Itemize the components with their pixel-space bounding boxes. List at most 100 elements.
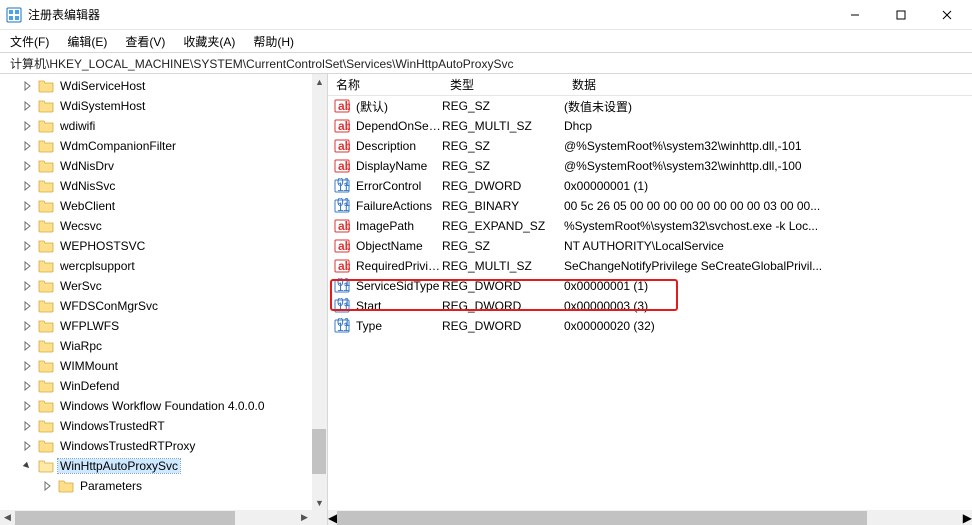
close-button[interactable] — [924, 0, 970, 30]
tree-horizontal-scrollbar[interactable]: ◀ ▶ — [0, 510, 312, 525]
expander-icon[interactable] — [20, 419, 34, 433]
string-value-icon: ab — [334, 138, 350, 154]
expander-icon[interactable] — [20, 99, 34, 113]
expander-icon[interactable] — [20, 379, 34, 393]
expander-icon[interactable] — [20, 279, 34, 293]
tree-item[interactable]: WindowsTrustedRTProxy — [0, 436, 312, 456]
folder-icon — [38, 298, 54, 314]
menu-help[interactable]: 帮助(H) — [253, 33, 294, 50]
string-value-icon: ab — [334, 238, 350, 254]
folder-icon — [38, 258, 54, 274]
tree-label: WindowsTrustedRT — [58, 419, 167, 433]
tree-item[interactable]: WiaRpc — [0, 336, 312, 356]
expander-icon[interactable] — [40, 479, 54, 493]
tree-item[interactable]: WerSvc — [0, 276, 312, 296]
maximize-button[interactable] — [878, 0, 924, 30]
tree-item[interactable]: WEPHOSTSVC — [0, 236, 312, 256]
tree-item[interactable]: Parameters — [0, 476, 312, 496]
scroll-left-icon[interactable]: ◀ — [0, 510, 15, 525]
svg-text:ab: ab — [338, 119, 350, 133]
expander-icon[interactable] — [20, 239, 34, 253]
list-row[interactable]: abObjectNameREG_SZNT AUTHORITY\LocalServ… — [328, 236, 972, 256]
list-row[interactable]: abRequiredPrivile...REG_MULTI_SZSeChange… — [328, 256, 972, 276]
list-row[interactable]: ab(默认)REG_SZ(数值未设置) — [328, 96, 972, 116]
expander-icon[interactable] — [20, 459, 34, 473]
expander-icon[interactable] — [20, 139, 34, 153]
tree-item[interactable]: WdNisDrv — [0, 156, 312, 176]
tree-item[interactable]: wercplsupport — [0, 256, 312, 276]
scroll-right-icon[interactable]: ▶ — [297, 510, 312, 525]
svg-text:110: 110 — [337, 180, 350, 194]
list-row[interactable]: 011110FailureActionsREG_BINARY00 5c 26 0… — [328, 196, 972, 216]
tree-label: WdNisDrv — [58, 159, 116, 173]
folder-icon — [38, 238, 54, 254]
tree-item[interactable]: WindowsTrustedRT — [0, 416, 312, 436]
registry-value-list[interactable]: ab(默认)REG_SZ(数值未设置)abDependOnSer...REG_M… — [328, 96, 972, 510]
list-row[interactable]: 011110StartREG_DWORD0x00000003 (3) — [328, 296, 972, 316]
tree-item[interactable]: Wecsvc — [0, 216, 312, 236]
value-name: Start — [356, 299, 442, 313]
tree-item[interactable]: WinHttpAutoProxySvc — [0, 456, 312, 476]
expander-icon[interactable] — [20, 179, 34, 193]
tree-item[interactable]: wdiwifi — [0, 116, 312, 136]
tree-label: WdNisSvc — [58, 179, 117, 193]
value-name: DependOnSer... — [356, 119, 442, 133]
list-row[interactable]: abDescriptionREG_SZ@%SystemRoot%\system3… — [328, 136, 972, 156]
tree-item[interactable]: WdmCompanionFilter — [0, 136, 312, 156]
scroll-left-icon[interactable]: ◀ — [328, 511, 337, 525]
column-header-type[interactable]: 类型 — [442, 76, 564, 93]
svg-text:110: 110 — [337, 200, 350, 214]
expander-icon[interactable] — [20, 339, 34, 353]
tree-item[interactable]: WIMMount — [0, 356, 312, 376]
menu-favorites[interactable]: 收藏夹(A) — [183, 33, 235, 50]
folder-icon — [38, 198, 54, 214]
column-header-data[interactable]: 数据 — [564, 76, 972, 93]
expander-icon[interactable] — [20, 299, 34, 313]
expander-icon[interactable] — [20, 399, 34, 413]
expander-icon[interactable] — [20, 219, 34, 233]
list-row[interactable]: abDependOnSer...REG_MULTI_SZDhcp — [328, 116, 972, 136]
menu-file[interactable]: 文件(F) — [10, 33, 49, 50]
expander-icon[interactable] — [20, 119, 34, 133]
tree-item[interactable]: WFDSConMgrSvc — [0, 296, 312, 316]
tree-item[interactable]: WebClient — [0, 196, 312, 216]
scroll-down-icon[interactable]: ▼ — [312, 495, 327, 510]
tree-item[interactable]: WdiServiceHost — [0, 76, 312, 96]
minimize-button[interactable] — [832, 0, 878, 30]
binary-value-icon: 011110 — [334, 298, 350, 314]
scroll-up-icon[interactable]: ▲ — [312, 74, 327, 89]
expander-icon[interactable] — [20, 439, 34, 453]
list-row[interactable]: 011110ErrorControlREG_DWORD0x00000001 (1… — [328, 176, 972, 196]
tree-item[interactable]: WdiSystemHost — [0, 96, 312, 116]
expander-icon[interactable] — [20, 159, 34, 173]
expander-icon[interactable] — [20, 199, 34, 213]
list-row[interactable]: abDisplayNameREG_SZ@%SystemRoot%\system3… — [328, 156, 972, 176]
address-bar[interactable]: 计算机\HKEY_LOCAL_MACHINE\SYSTEM\CurrentCon… — [0, 52, 972, 74]
tree-pane: WdiServiceHostWdiSystemHostwdiwifiWdmCom… — [0, 74, 328, 525]
menu-view[interactable]: 查看(V) — [125, 33, 165, 50]
tree-item[interactable]: WinDefend — [0, 376, 312, 396]
list-row[interactable]: 011110ServiceSidTypeREG_DWORD0x00000001 … — [328, 276, 972, 296]
menu-edit[interactable]: 编辑(E) — [67, 33, 107, 50]
expander-icon[interactable] — [20, 319, 34, 333]
value-name: ServiceSidType — [356, 279, 442, 293]
column-header-name[interactable]: 名称 — [328, 76, 442, 93]
list-horizontal-scrollbar[interactable]: ◀ ▶ — [328, 510, 972, 525]
scroll-right-icon[interactable]: ▶ — [963, 511, 972, 525]
value-type: REG_DWORD — [442, 279, 564, 293]
tree-item[interactable]: Windows Workflow Foundation 4.0.0.0 — [0, 396, 312, 416]
folder-icon — [38, 318, 54, 334]
tree-item[interactable]: WdNisSvc — [0, 176, 312, 196]
expander-icon[interactable] — [20, 79, 34, 93]
menubar: 文件(F) 编辑(E) 查看(V) 收藏夹(A) 帮助(H) — [0, 30, 972, 52]
expander-icon[interactable] — [20, 259, 34, 273]
tree-item[interactable]: WFPLWFS — [0, 316, 312, 336]
folder-icon — [38, 438, 54, 454]
registry-tree[interactable]: WdiServiceHostWdiSystemHostwdiwifiWdmCom… — [0, 74, 312, 496]
expander-icon[interactable] — [20, 359, 34, 373]
list-row[interactable]: 011110TypeREG_DWORD0x00000020 (32) — [328, 316, 972, 336]
tree-vertical-scrollbar[interactable]: ▲ ▼ — [312, 74, 327, 510]
list-pane: 名称 类型 数据 ab(默认)REG_SZ(数值未设置)ab DependOnSe… — [328, 74, 972, 525]
list-row[interactable]: abImagePathREG_EXPAND_SZ%SystemRoot%\sys… — [328, 216, 972, 236]
binary-value-icon: 011110 — [334, 178, 350, 194]
